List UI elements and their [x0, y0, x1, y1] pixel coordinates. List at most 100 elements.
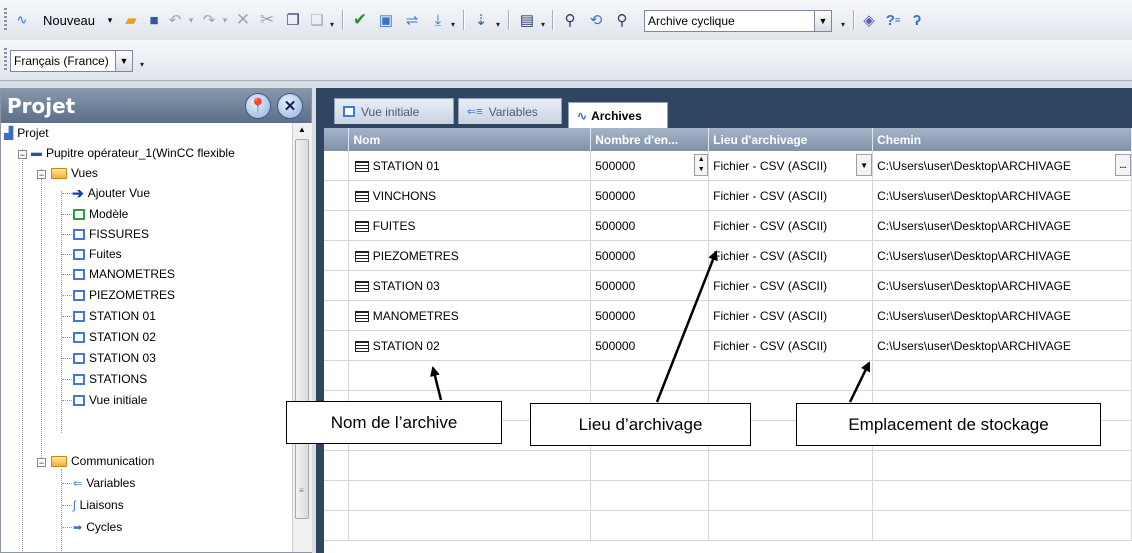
row-header[interactable] — [324, 180, 350, 211]
tree-item-screen-manometres[interactable]: MANOMETRES — [73, 264, 175, 284]
chevron-down-icon[interactable]: ▼ — [856, 154, 872, 176]
archive-location-cell[interactable]: Fichier - CSV (ASCII) — [708, 270, 874, 301]
help-icon[interactable]: ? ≡ — [882, 9, 904, 31]
scroll-up-icon[interactable]: ▲ — [298, 125, 306, 134]
toolbar-grip[interactable] — [4, 48, 7, 72]
tree-item-screen-vue-initiale[interactable]: Vue initiale — [73, 390, 147, 410]
archive-path-cell[interactable]: C:\Users\user\Desktop\ARCHIVAGE... — [872, 151, 1132, 181]
toolbar-grip[interactable] — [4, 8, 7, 32]
archive-location-cell[interactable]: Fichier - CSV (ASCII) — [708, 180, 874, 211]
tree-item-screen-fissures[interactable]: FISSURES — [73, 224, 149, 244]
tab-variables[interactable]: ⇐≡ Variables — [458, 98, 562, 124]
replace-icon[interactable]: ⟲ — [584, 9, 608, 31]
column-header-count[interactable]: Nombre d'en... — [590, 128, 710, 151]
transfer-icon[interactable]: ⇌ — [400, 9, 424, 31]
close-icon[interactable]: ✕ — [277, 93, 303, 119]
archive-count-cell[interactable]: 500000 — [590, 210, 710, 241]
undo-icon[interactable]: ↶ — [164, 9, 186, 31]
cross-reference-icon[interactable]: ▤ — [515, 9, 539, 31]
language-dropdown[interactable]: Français (France) ▼ — [10, 50, 133, 72]
tree-item-screen-piezometres[interactable]: PIEZOMETRES — [73, 285, 175, 305]
table-row[interactable]: PIEZOMETRES 500000 Fichier - CSV (ASCII)… — [324, 240, 1132, 271]
tree-item-screen-fuites[interactable]: Fuites — [73, 244, 122, 264]
archive-path-cell[interactable]: C:\Users\user\Desktop\ARCHIVAGE — [872, 270, 1132, 301]
tab-archives[interactable]: ∿ Archives — [568, 102, 668, 128]
tree-item-cycles[interactable]: ➡ Cycles — [73, 517, 122, 537]
archive-name-cell[interactable]: VINCHONS — [348, 180, 592, 211]
paste-icon[interactable]: ❏ — [306, 9, 328, 31]
delete-icon[interactable]: ✕ — [232, 9, 254, 31]
table-row-empty[interactable] — [324, 450, 1132, 481]
row-header[interactable] — [324, 330, 350, 361]
chevron-down-icon[interactable]: ▼ — [814, 10, 832, 32]
archive-name-cell[interactable]: STATION 01 — [348, 151, 592, 181]
find-icon[interactable]: ⚲ — [558, 9, 582, 31]
table-row[interactable]: MANOMETRES 500000 Fichier - CSV (ASCII) … — [324, 300, 1132, 331]
column-header-path[interactable]: Chemin — [872, 128, 1132, 151]
archive-path-cell[interactable]: C:\Users\user\Desktop\ARCHIVAGE — [872, 300, 1132, 331]
toolbar-overflow-icon[interactable]: ▾ — [541, 20, 545, 29]
tree-item-variables[interactable]: ⇐ Variables — [73, 473, 135, 493]
archive-location-cell[interactable]: Fichier - CSV (ASCII) ▼ — [708, 151, 874, 181]
tree-scrollbar[interactable]: ▲ ≡ — [292, 123, 312, 552]
archive-count-cell[interactable]: 500000 — [590, 300, 710, 331]
check-icon[interactable]: ✔ — [348, 9, 372, 31]
toolbar-overflow-icon[interactable]: ▾ — [841, 20, 845, 29]
toolbar-overflow-icon[interactable]: ▾ — [496, 20, 500, 29]
table-row-empty[interactable] — [324, 510, 1132, 541]
tree-item-hmi-device[interactable]: ▬ Pupitre opérateur_1(WinCC flexible — [31, 143, 235, 163]
archive-path-cell[interactable]: C:\Users\user\Desktop\ARCHIVAGE — [872, 240, 1132, 271]
tree-scrollbar-thumb[interactable]: ≡ — [295, 139, 309, 519]
archive-count-cell[interactable]: 500000 — [590, 240, 710, 271]
archive-name-cell[interactable]: PIEZOMETRES — [348, 240, 592, 271]
undo-dropdown-arrow[interactable]: ▾ — [185, 9, 197, 31]
archive-count-cell[interactable]: 500000 — [590, 330, 710, 361]
row-header[interactable] — [324, 240, 350, 271]
table-row[interactable]: STATION 03 500000 Fichier - CSV (ASCII) … — [324, 270, 1132, 301]
expand-collapse-icon[interactable]: − — [37, 458, 46, 468]
row-header[interactable] — [324, 270, 350, 301]
archive-name-cell[interactable]: STATION 02 — [348, 330, 592, 361]
copy-icon[interactable]: ❐ — [282, 9, 304, 31]
new-icon[interactable]: ∿ — [13, 9, 31, 31]
compile-icon[interactable]: ▣ — [374, 9, 398, 31]
toolbar-overflow-icon[interactable]: ▾ — [330, 20, 334, 29]
toolbar-overflow-icon[interactable]: ▾ — [140, 60, 144, 69]
tab-vue-initiale[interactable]: Vue initiale — [334, 98, 454, 124]
archive-location-cell[interactable]: Fichier - CSV (ASCII) — [708, 300, 874, 331]
table-row-empty[interactable] — [324, 480, 1132, 511]
column-header-location[interactable]: Lieu d'archivage — [708, 128, 874, 151]
table-row[interactable]: VINCHONS 500000 Fichier - CSV (ASCII) C:… — [324, 180, 1132, 211]
archive-path-cell[interactable]: C:\Users\user\Desktop\ARCHIVAGE — [872, 180, 1132, 211]
whats-this-icon[interactable]: ʔ — [906, 9, 928, 31]
row-header[interactable] — [324, 151, 350, 181]
help-book-icon[interactable]: ◈ — [858, 9, 880, 31]
tree-item-communication[interactable]: Communication — [51, 451, 154, 471]
table-row[interactable]: STATION 01 500000 ▲ ▼ Fichier - CSV (ASCII… — [324, 151, 1132, 181]
chevron-down-icon[interactable]: ▼ — [115, 50, 133, 72]
archive-location-cell[interactable]: Fichier - CSV (ASCII) — [708, 210, 874, 241]
archive-path-cell[interactable]: C:\Users\user\Desktop\ARCHIVAGE — [872, 330, 1132, 361]
table-row[interactable]: FUITES 500000 Fichier - CSV (ASCII) C:\U… — [324, 210, 1132, 241]
expand-collapse-icon[interactable]: − — [18, 150, 27, 160]
tree-item-add-screen[interactable]: ➔ Ajouter Vue — [72, 183, 150, 203]
table-row[interactable]: STATION 02 500000 Fichier - CSV (ASCII) … — [324, 330, 1132, 361]
tree-item-screens[interactable]: Vues — [51, 163, 98, 183]
row-header[interactable] — [324, 300, 350, 331]
tree-item-screen-station-02[interactable]: STATION 02 — [73, 327, 156, 347]
pin-icon[interactable]: 📍 — [245, 93, 271, 119]
column-header-name[interactable]: Nom — [348, 128, 592, 151]
expand-collapse-icon[interactable]: − — [37, 170, 46, 180]
redo-dropdown-arrow[interactable]: ▾ — [219, 9, 231, 31]
row-header[interactable] — [324, 210, 350, 241]
table-row-empty[interactable] — [324, 360, 1132, 391]
tree-item-template[interactable]: Modèle — [73, 204, 128, 224]
archive-name-cell[interactable]: FUITES — [348, 210, 592, 241]
archive-name-cell[interactable]: STATION 03 — [348, 270, 592, 301]
toolbar-overflow-icon[interactable]: ▾ — [451, 20, 455, 29]
browse-button[interactable]: ... — [1115, 154, 1131, 176]
archive-name-cell[interactable]: MANOMETRES — [348, 300, 592, 331]
find-next-icon[interactable]: ⚲ — [610, 9, 634, 31]
new-button[interactable]: Nouveau — [33, 9, 105, 31]
cut-icon[interactable]: ✂ — [256, 9, 278, 31]
